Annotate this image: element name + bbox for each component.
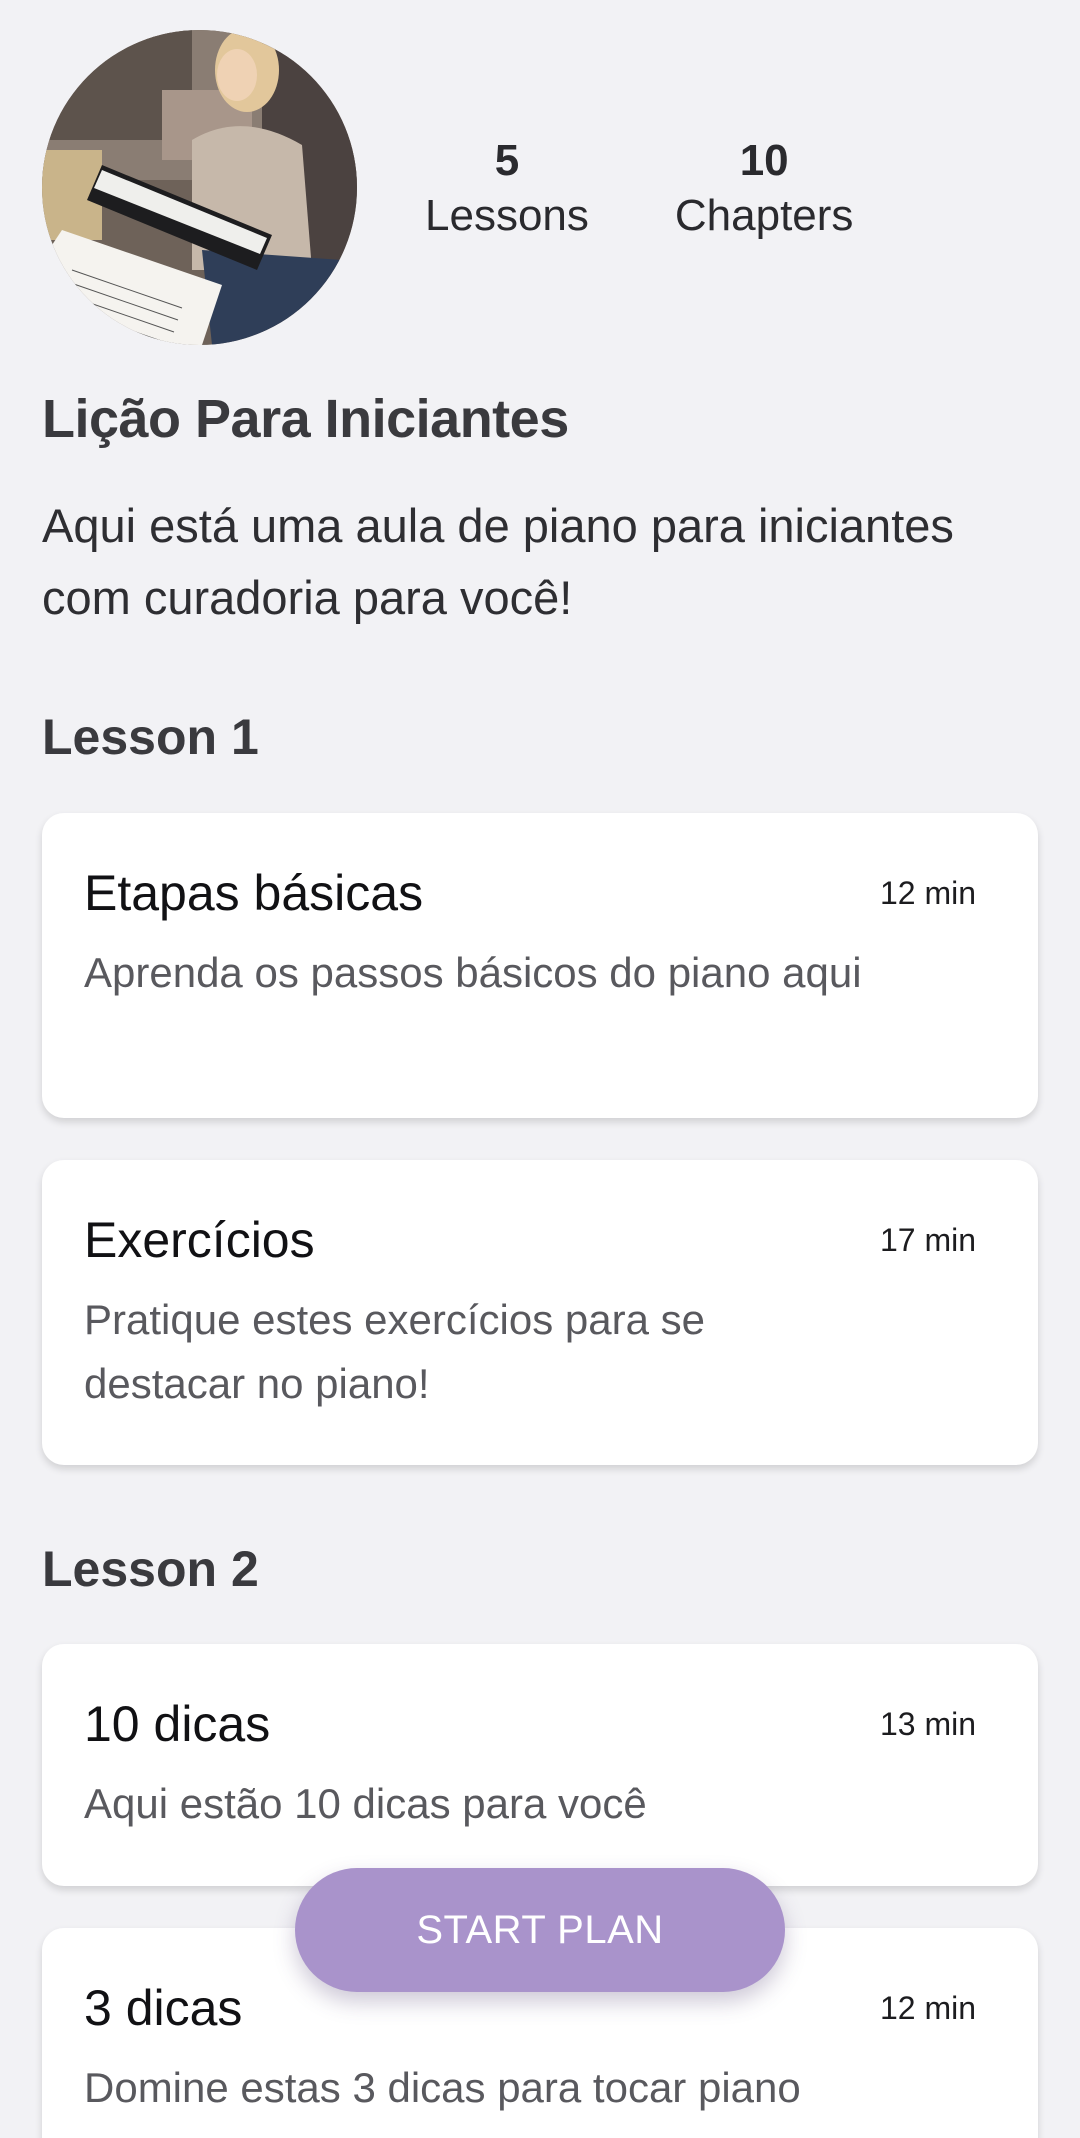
chapter-card-exercicios[interactable]: Exercícios 17 min Pratique estes exercíc… [42,1160,1038,1465]
chapters-label: Chapters [674,190,854,240]
section-label-lesson-2: Lesson 2 [42,1541,259,1597]
chapter-title: Etapas básicas [84,865,424,921]
plan-description: Aqui está uma aula de piano para inician… [42,499,954,624]
plan-title: Lição Para Iniciantes [42,389,569,449]
plan-stats: 5 Lessons 10 Chapters [425,133,853,243]
chapter-duration: 12 min [879,875,976,911]
chapter-duration: 12 min [879,1990,976,2026]
lessons-count: 5 [494,135,520,185]
chapter-description: Pratique estes exercícios para se destac… [84,1296,705,1407]
lessons-label: Lessons [425,190,589,240]
chapter-title: Exercícios [84,1212,315,1268]
chapter-description: Domine estas 3 dicas para tocar piano [84,2064,801,2111]
lessons-stat: 5 Lessons [425,133,589,243]
chapter-duration: 17 min [879,1222,976,1258]
chapter-title: 10 dicas [84,1696,271,1752]
section-label-lesson-1: Lesson 1 [42,709,259,765]
lesson-plan-screen: 5 Lessons 10 Chapters Lição Para Inician… [0,0,1080,2138]
chapter-description: Aprenda os passos básicos do piano aqui [84,949,862,996]
chapter-card-10-dicas[interactable]: 10 dicas 13 min Aqui estão 10 dicas para… [42,1644,1038,1886]
chapter-title: 3 dicas [84,1980,243,2036]
chapter-duration: 13 min [879,1706,976,1742]
start-plan-button[interactable]: START PLAN [295,1868,785,1992]
chapters-stat: 10 Chapters [675,133,854,243]
chapter-description: Aqui estão 10 dicas para você [84,1780,647,1827]
plan-cover-image [42,30,357,345]
chapter-card-etapas-basicas[interactable]: Etapas básicas 12 min Aprenda os passos … [42,813,1038,1118]
piano-player-illustration [42,30,357,345]
plan-header: 5 Lessons 10 Chapters [42,30,1038,345]
chapters-count: 10 [739,135,789,185]
